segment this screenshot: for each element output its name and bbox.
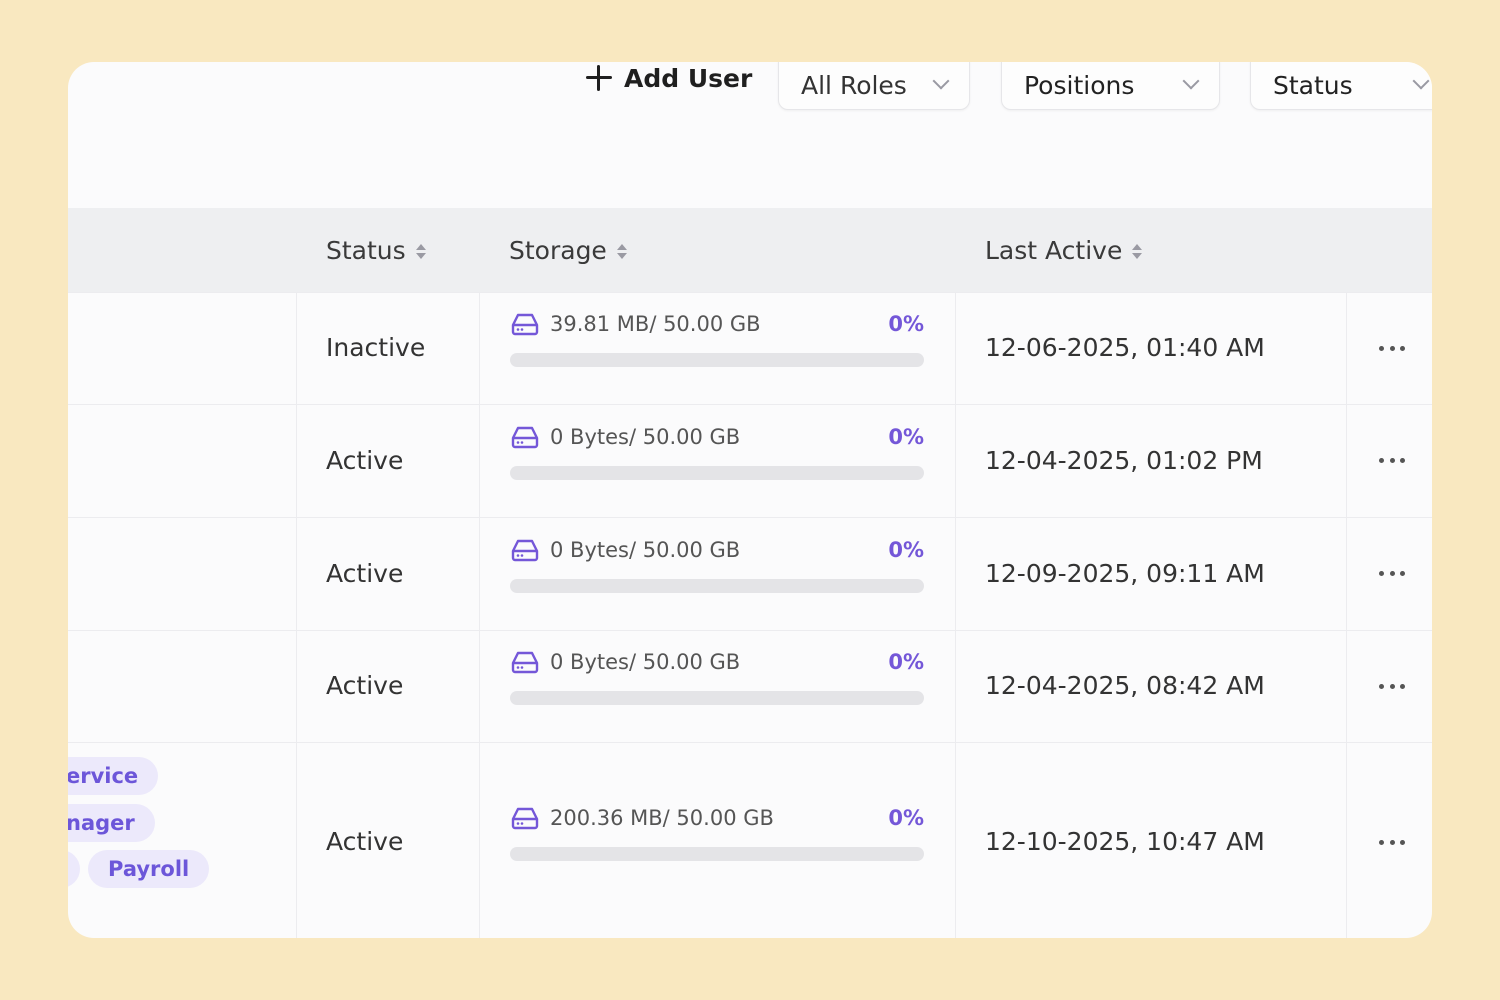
status-cell: Active: [326, 671, 404, 700]
sort-icon: [616, 243, 627, 259]
table-row: Active 200.36 MB/ 50.00 GB 0% 12-10-2025…: [68, 742, 1432, 938]
storage-usage-text: 0 Bytes/ 50.00 GB: [550, 424, 741, 449]
status-filter-dropdown[interactable]: Status: [1250, 62, 1432, 110]
storage-cell: 0 Bytes/ 50.00 GB 0%: [510, 422, 924, 480]
chevron-down-icon: [1182, 72, 1200, 90]
column-header-status[interactable]: Status: [326, 208, 426, 292]
positions-filter-label: Positions: [1024, 70, 1135, 100]
storage-usage-text: 0 Bytes/ 50.00 GB: [550, 650, 741, 674]
storage-percent: 0%: [888, 650, 924, 674]
more-horizontal-icon[interactable]: [1379, 456, 1405, 466]
status-cell: Active: [326, 827, 404, 856]
storage-progress-bar: [510, 353, 924, 367]
hard-drive-icon: [511, 313, 539, 336]
hard-drive-icon: [511, 426, 539, 448]
table-row: Active 0 Bytes/ 50.00 GB 0% 12-04-2025, …: [68, 404, 1432, 517]
last-active-cell: 12-04-2025, 08:42 AM: [985, 671, 1265, 700]
storage-progress-bar: [510, 691, 924, 705]
add-user-label: Add User: [624, 63, 753, 93]
hard-drive-icon: [511, 539, 539, 561]
add-user-button[interactable]: Add User: [586, 62, 752, 94]
storage-usage-text: 200.36 MB/ 50.00 GB: [550, 806, 774, 830]
column-header-last-active[interactable]: Last Active: [985, 208, 1143, 292]
toolbar: Add User All Roles Positions Status: [68, 62, 1432, 122]
column-header-label: Storage: [509, 235, 607, 265]
last-active-cell: 12-04-2025, 01:02 PM: [985, 445, 1263, 475]
column-header-label: Last Active: [985, 235, 1123, 265]
sort-icon: [1132, 243, 1143, 259]
last-active-cell: 12-06-2025, 01:40 AM: [985, 333, 1265, 362]
status-cell: Active: [326, 558, 404, 588]
status-cell: Active: [326, 445, 404, 475]
storage-usage-text: 0 Bytes/ 50.00 GB: [550, 537, 741, 562]
plus-icon: [586, 65, 612, 91]
storage-usage-text: 39.81 MB/ 50.00 GB: [550, 312, 761, 336]
column-header-storage[interactable]: Storage: [509, 208, 627, 292]
more-horizontal-icon[interactable]: [1379, 681, 1405, 691]
storage-cell: 200.36 MB/ 50.00 GB 0%: [510, 803, 924, 861]
storage-cell: 0 Bytes/ 50.00 GB 0%: [510, 647, 924, 705]
positions-filter-dropdown[interactable]: Positions: [1001, 62, 1220, 110]
storage-percent: 0%: [888, 806, 924, 830]
table-row: Inactive 39.81 MB/ 50.00 GB 0% 12-06-202…: [68, 292, 1432, 404]
more-horizontal-icon[interactable]: [1379, 569, 1405, 579]
role-tag: [68, 850, 80, 888]
table-header: Status Storage Last Active: [68, 208, 1432, 292]
storage-percent: 0%: [888, 537, 924, 562]
chevron-down-icon: [932, 72, 950, 90]
table-row: Active 0 Bytes/ 50.00 GB 0% 12-04-2025, …: [68, 630, 1432, 742]
storage-percent: 0%: [888, 424, 924, 449]
column-header-label: Status: [326, 235, 406, 265]
storage-cell: 39.81 MB/ 50.00 GB 0%: [510, 309, 924, 367]
more-horizontal-icon[interactable]: [1379, 837, 1405, 847]
status-cell: Inactive: [326, 333, 426, 362]
role-tag: nager: [68, 804, 155, 842]
users-table-card: Add User All Roles Positions Status Stat…: [68, 62, 1432, 938]
roles-filter-dropdown[interactable]: All Roles: [778, 62, 970, 110]
sort-icon: [415, 243, 426, 259]
storage-progress-bar: [510, 465, 924, 480]
chevron-down-icon: [1412, 72, 1430, 90]
last-active-cell: 12-09-2025, 09:11 AM: [985, 558, 1265, 588]
last-active-cell: 12-10-2025, 10:47 AM: [985, 827, 1265, 856]
status-filter-label: Status: [1273, 70, 1353, 100]
hard-drive-icon: [511, 807, 539, 830]
more-horizontal-icon[interactable]: [1379, 343, 1405, 353]
role-tag: Payroll: [88, 850, 210, 888]
storage-progress-bar: [510, 578, 924, 593]
storage-percent: 0%: [888, 312, 924, 336]
hard-drive-icon: [511, 651, 539, 674]
table-row: Active 0 Bytes/ 50.00 GB 0% 12-09-2025, …: [68, 517, 1432, 630]
storage-cell: 0 Bytes/ 50.00 GB 0%: [510, 535, 924, 593]
storage-progress-bar: [510, 847, 924, 861]
role-tag: ervice: [68, 757, 159, 795]
roles-filter-label: All Roles: [801, 70, 907, 100]
